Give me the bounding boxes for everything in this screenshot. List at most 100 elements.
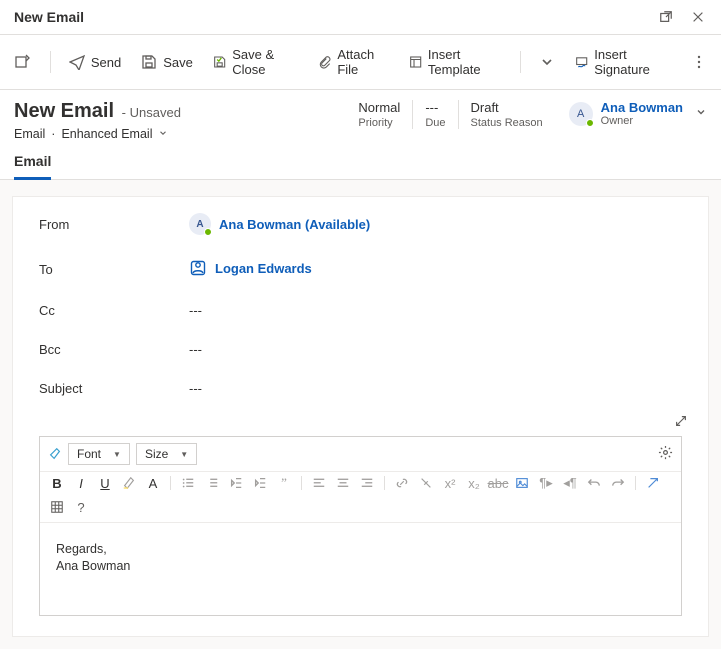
page-title: New Email: [14, 100, 114, 122]
bold-icon[interactable]: B: [50, 476, 64, 490]
to-label: To: [39, 262, 189, 277]
font-color-icon[interactable]: A: [146, 476, 160, 490]
expand-icon[interactable]: [672, 412, 690, 430]
separator: [301, 476, 302, 490]
chevron-down-icon[interactable]: [158, 127, 168, 141]
attach-button[interactable]: Attach File: [316, 43, 391, 81]
clear-format-icon[interactable]: [646, 476, 660, 490]
presence-dot: [204, 228, 212, 236]
status-label: Status Reason: [471, 117, 543, 129]
row-cc[interactable]: Cc ---: [13, 291, 708, 330]
link-icon[interactable]: [395, 476, 409, 490]
from-person[interactable]: A Ana Bowman (Available): [189, 213, 370, 235]
outdent-icon[interactable]: [229, 476, 243, 490]
image-icon[interactable]: [515, 476, 529, 490]
unlink-icon[interactable]: [419, 476, 433, 490]
separator: [170, 476, 171, 490]
subscript-icon[interactable]: x₂: [467, 476, 481, 490]
unsaved-indicator: - Unsaved: [122, 105, 181, 120]
due-label: Due: [425, 117, 445, 129]
font-dropdown[interactable]: Font▼: [68, 443, 130, 465]
rich-text-editor: Font▼ Size▼ B I U A ”: [39, 436, 682, 616]
highlight-icon[interactable]: [122, 476, 136, 490]
breadcrumb-separator: ·: [51, 127, 55, 141]
size-dd-label: Size: [145, 447, 168, 461]
row-bcc[interactable]: Bcc ---: [13, 330, 708, 369]
template-dropdown[interactable]: [537, 50, 557, 74]
new-icon[interactable]: [12, 50, 34, 74]
breadcrumb: Email · Enhanced Email: [14, 127, 181, 141]
overflow-menu[interactable]: [689, 50, 709, 74]
number-list-icon[interactable]: [205, 476, 219, 490]
row-subject[interactable]: Subject ---: [13, 369, 708, 408]
titlebar-actions: [657, 8, 707, 26]
align-right-icon[interactable]: [360, 476, 374, 490]
rtl-icon[interactable]: ◂¶: [563, 476, 577, 490]
titlebar: New Email: [0, 0, 721, 35]
align-left-icon[interactable]: [312, 476, 326, 490]
stat-priority: Normal Priority: [358, 100, 412, 129]
editor-settings-icon[interactable]: [658, 445, 673, 463]
owner-initial: A: [577, 108, 584, 120]
from-label: From: [39, 217, 189, 232]
strike-icon[interactable]: abc: [491, 476, 505, 490]
send-button[interactable]: Send: [67, 50, 123, 74]
quote-icon[interactable]: ”: [277, 476, 291, 490]
indent-icon[interactable]: [253, 476, 267, 490]
record-header: New Email - Unsaved Email · Enhanced Ema…: [0, 90, 721, 141]
from-initial: A: [196, 219, 203, 230]
separator: [384, 476, 385, 490]
bcc-label: Bcc: [39, 342, 189, 357]
save-label: Save: [163, 55, 193, 70]
from-avatar: A: [189, 213, 211, 235]
stat-status: Draft Status Reason: [458, 100, 555, 129]
row-to: To Logan Edwards: [13, 247, 708, 291]
size-dropdown[interactable]: Size▼: [136, 443, 197, 465]
owner-block[interactable]: A Ana Bowman Owner: [555, 100, 707, 127]
to-person[interactable]: Logan Edwards: [189, 259, 312, 277]
help-icon[interactable]: ?: [74, 500, 88, 514]
body-line1: Regards,: [56, 541, 665, 558]
align-center-icon[interactable]: [336, 476, 350, 490]
save-close-label: Save & Close: [232, 47, 298, 77]
owner-role: Owner: [601, 115, 683, 127]
status-value: Draft: [471, 100, 543, 115]
tab-email[interactable]: Email: [14, 153, 51, 180]
breadcrumb-root: Email: [14, 127, 45, 141]
close-icon[interactable]: [689, 8, 707, 26]
popout-icon[interactable]: [657, 8, 675, 26]
owner-name: Ana Bowman: [601, 100, 683, 115]
format-painter-icon[interactable]: [48, 447, 62, 461]
bullet-list-icon[interactable]: [181, 476, 195, 490]
send-label: Send: [91, 55, 121, 70]
subject-label: Subject: [39, 381, 189, 396]
bcc-value: ---: [189, 342, 682, 357]
from-value: Ana Bowman (Available): [219, 217, 370, 232]
presence-dot: [586, 119, 594, 127]
editor-toolbar-row1: Font▼ Size▼: [40, 437, 681, 472]
stat-due: --- Due: [412, 100, 457, 129]
redo-icon[interactable]: [611, 476, 625, 490]
priority-label: Priority: [358, 117, 400, 129]
ltr-icon[interactable]: ¶▸: [539, 476, 553, 490]
superscript-icon[interactable]: x²: [443, 476, 457, 490]
save-close-button[interactable]: Save & Close: [211, 43, 300, 81]
undo-icon[interactable]: [587, 476, 601, 490]
editor-toolbar-row2: B I U A ” x² x₂ abc: [40, 472, 681, 523]
body-line2: Ana Bowman: [56, 558, 665, 575]
insert-signature-button[interactable]: Insert Signature: [573, 43, 673, 81]
save-button[interactable]: Save: [139, 50, 195, 74]
due-value: ---: [425, 100, 445, 115]
editor-body[interactable]: Regards, Ana Bowman: [40, 523, 681, 615]
separator: [635, 476, 636, 490]
toolbar-separator: [520, 51, 521, 73]
insert-template-button[interactable]: Insert Template: [407, 43, 505, 81]
tab-strip: Email: [0, 141, 721, 180]
table-icon[interactable]: [50, 500, 64, 514]
chevron-down-icon[interactable]: [695, 106, 707, 121]
breadcrumb-form[interactable]: Enhanced Email: [61, 127, 152, 141]
owner-avatar: A: [569, 102, 593, 126]
underline-icon[interactable]: U: [98, 476, 112, 490]
italic-icon[interactable]: I: [74, 476, 88, 490]
email-card: From A Ana Bowman (Available) To: [12, 196, 709, 637]
